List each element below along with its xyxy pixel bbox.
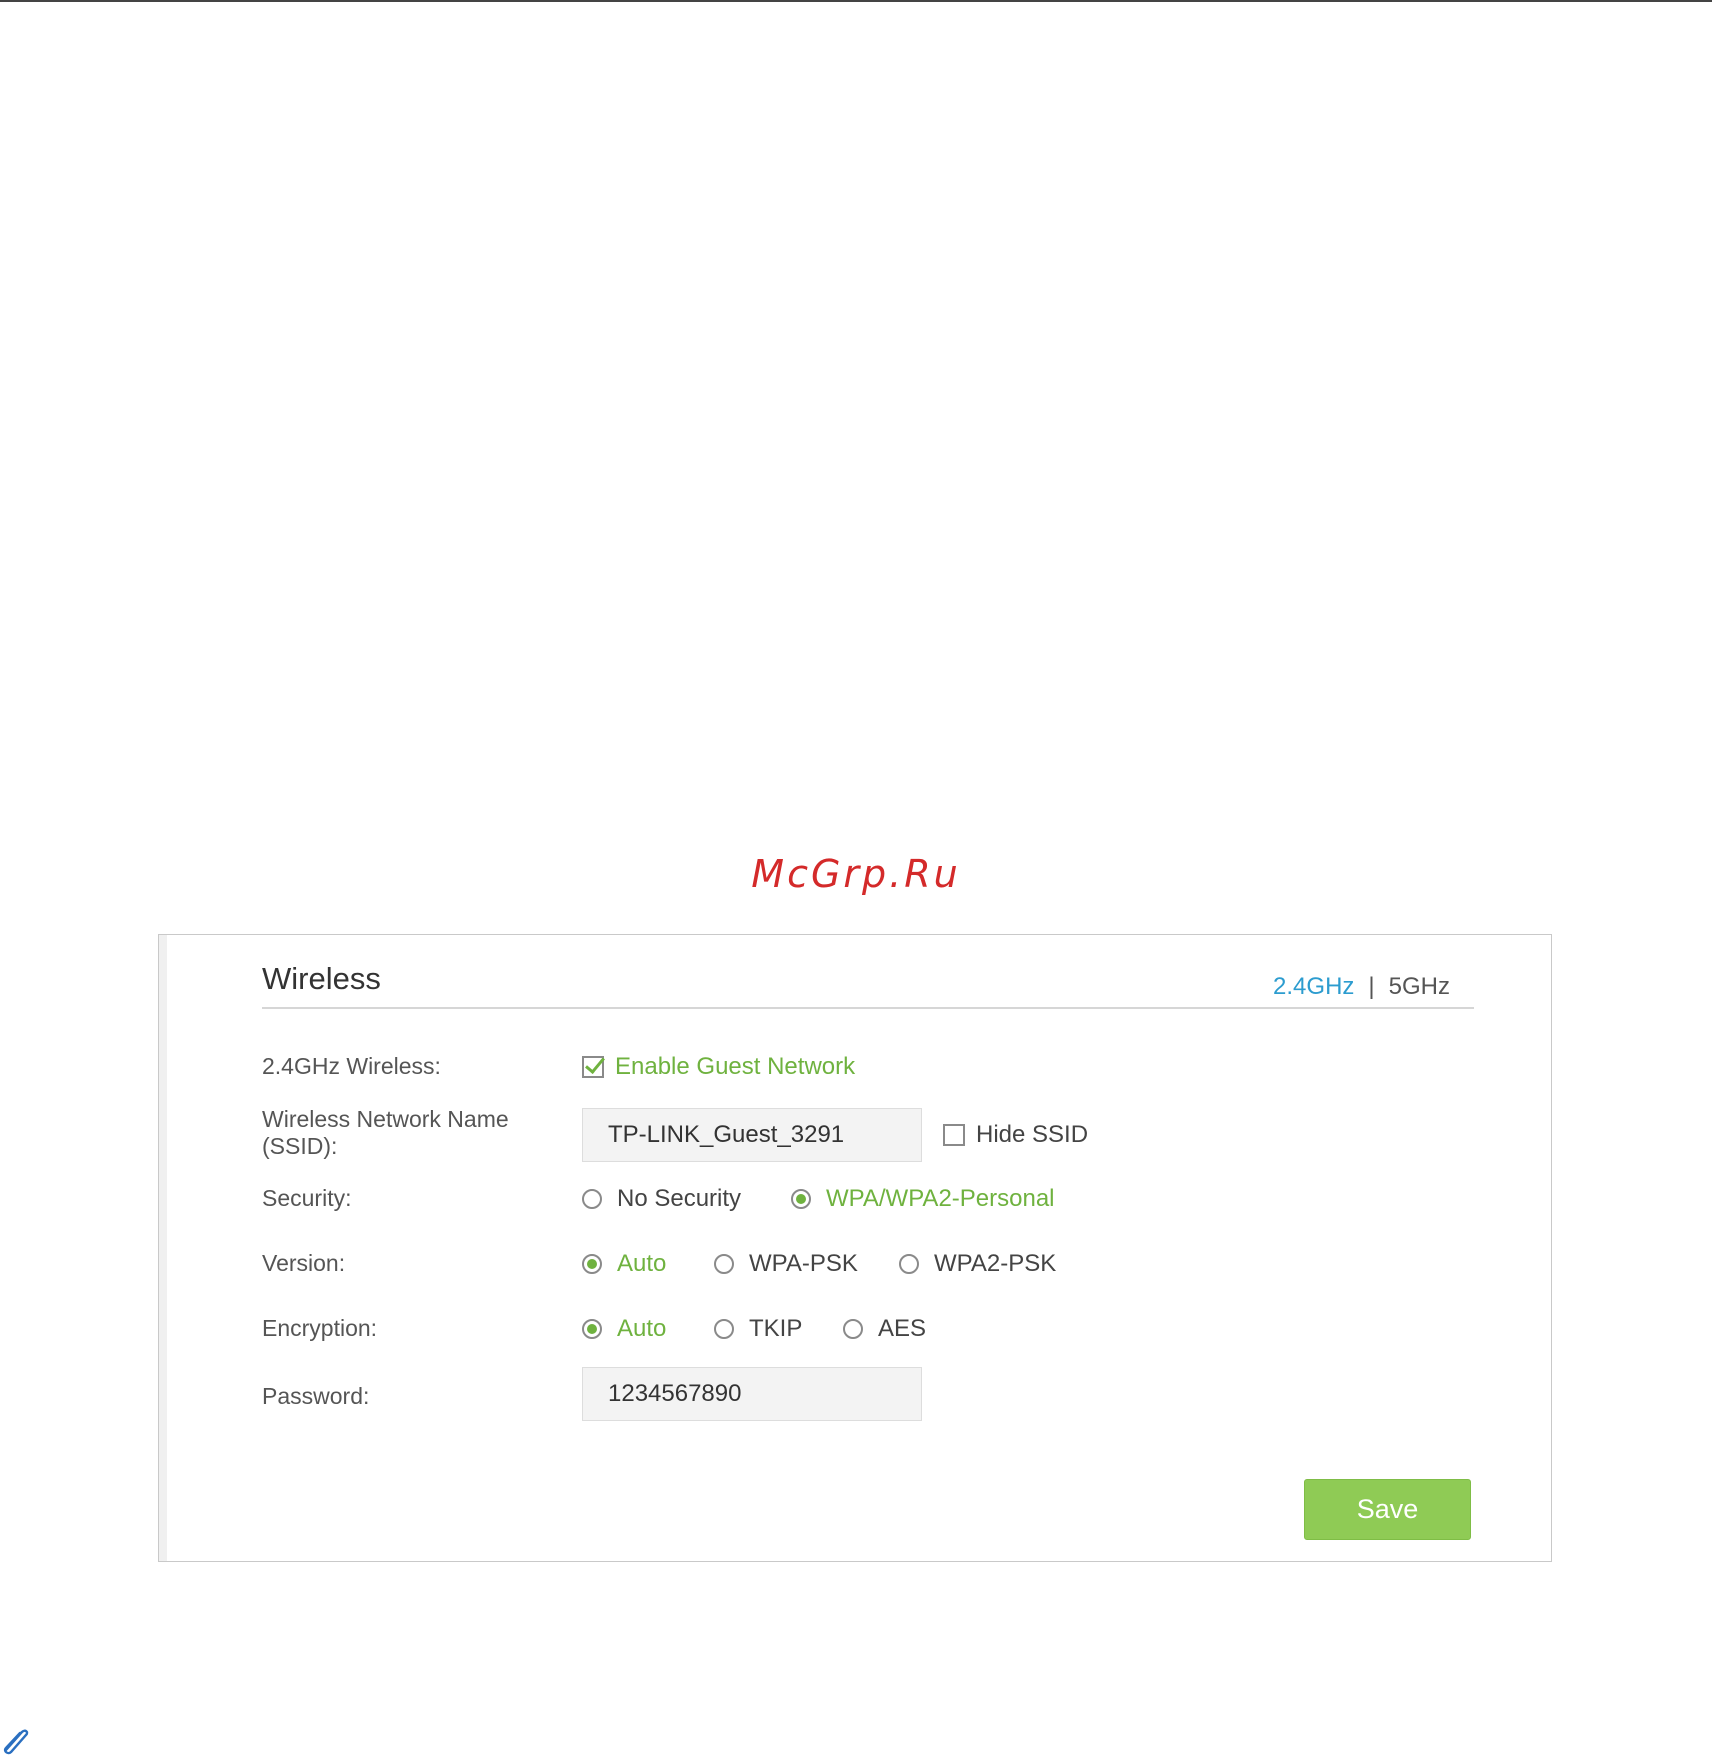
security-option-wpa-wpa2-personal[interactable]: WPA/WPA2-Personal (791, 1185, 1055, 1213)
encryption-option-tkip[interactable]: TKIP (714, 1315, 802, 1343)
ssid-label: Wireless Network Name (SSID): (262, 1106, 509, 1160)
hide-ssid-label: Hide SSID (976, 1121, 1089, 1148)
password-label: Password: (262, 1383, 370, 1409)
version-option-wpa2-psk[interactable]: WPA2-PSK (899, 1250, 1056, 1278)
wireless-settings-panel: Wireless 2.4GHz | 5GHz 2.4GHz Wireless: En… (158, 934, 1552, 1562)
no-security-radio[interactable] (582, 1189, 602, 1209)
version-auto-radio[interactable] (582, 1254, 602, 1274)
encryption-auto-radio[interactable] (582, 1319, 602, 1339)
version-option-auto[interactable]: Auto (582, 1250, 666, 1278)
wireless-enable-row: 2.4GHz Wireless: Enable Guest Network (262, 1053, 1462, 1083)
version-wpa-psk-label: WPA-PSK (749, 1250, 858, 1277)
no-security-label: No Security (617, 1185, 742, 1212)
watermark-text: McGrp.Ru (751, 852, 961, 896)
security-row: Security: No Security WPA/WPA2-Personal (262, 1185, 1462, 1215)
version-wpa-psk-radio[interactable] (714, 1254, 734, 1274)
ssid-label-line1: Wireless Network Name (262, 1106, 509, 1132)
wpa-wpa2-personal-radio[interactable] (791, 1189, 811, 1209)
enable-guest-network-option[interactable]: Enable Guest Network (582, 1053, 855, 1081)
encryption-tkip-radio[interactable] (714, 1319, 734, 1339)
band-separator: | (1368, 973, 1375, 1000)
enable-guest-network-checkbox[interactable] (582, 1056, 604, 1078)
encryption-option-aes[interactable]: AES (843, 1315, 926, 1343)
security-label: Security: (262, 1185, 352, 1211)
version-option-wpa-psk[interactable]: WPA-PSK (714, 1250, 858, 1278)
hide-ssid-checkbox[interactable] (943, 1124, 965, 1146)
encryption-label: Encryption: (262, 1315, 378, 1341)
encryption-aes-label: AES (878, 1315, 927, 1342)
version-wpa2-psk-label: WPA2-PSK (934, 1250, 1057, 1277)
paperclip-icon (3, 1729, 29, 1755)
ssid-input[interactable] (582, 1108, 922, 1162)
panel-left-strip (159, 935, 167, 1561)
wpa-wpa2-personal-label: WPA/WPA2-Personal (826, 1185, 1055, 1212)
encryption-auto-label: Auto (617, 1315, 667, 1342)
panel-header: Wireless 2.4GHz | 5GHz (262, 957, 1474, 1009)
save-button[interactable]: Save (1304, 1479, 1471, 1540)
ssid-label-line2: (SSID): (262, 1133, 338, 1159)
version-auto-label: Auto (617, 1250, 667, 1277)
encryption-row: Encryption: Auto TKIP AES (262, 1315, 1462, 1345)
band-switch: 2.4GHz | 5GHz (1273, 973, 1450, 1001)
page-top-rule (0, 0, 1712, 2)
band-tab-5ghz[interactable]: 5GHz (1389, 973, 1450, 1000)
encryption-option-auto[interactable]: Auto (582, 1315, 666, 1343)
version-wpa2-psk-radio[interactable] (899, 1254, 919, 1274)
version-label: Version: (262, 1250, 346, 1276)
panel-title: Wireless (262, 961, 381, 996)
version-row: Version: Auto WPA-PSK WPA2-PSK (262, 1250, 1462, 1280)
wireless-label: 2.4GHz Wireless: (262, 1053, 441, 1079)
security-option-no-security[interactable]: No Security (582, 1185, 741, 1213)
password-input[interactable] (582, 1367, 922, 1421)
band-tab-2-4ghz[interactable]: 2.4GHz (1273, 973, 1354, 1000)
encryption-aes-radio[interactable] (843, 1319, 863, 1339)
ssid-row: Wireless Network Name (SSID): Hide SSID (262, 1106, 1462, 1162)
password-row: Password: (262, 1367, 1462, 1423)
encryption-tkip-label: TKIP (749, 1315, 803, 1342)
hide-ssid-option[interactable]: Hide SSID (943, 1121, 1088, 1149)
enable-guest-network-label: Enable Guest Network (615, 1053, 856, 1080)
